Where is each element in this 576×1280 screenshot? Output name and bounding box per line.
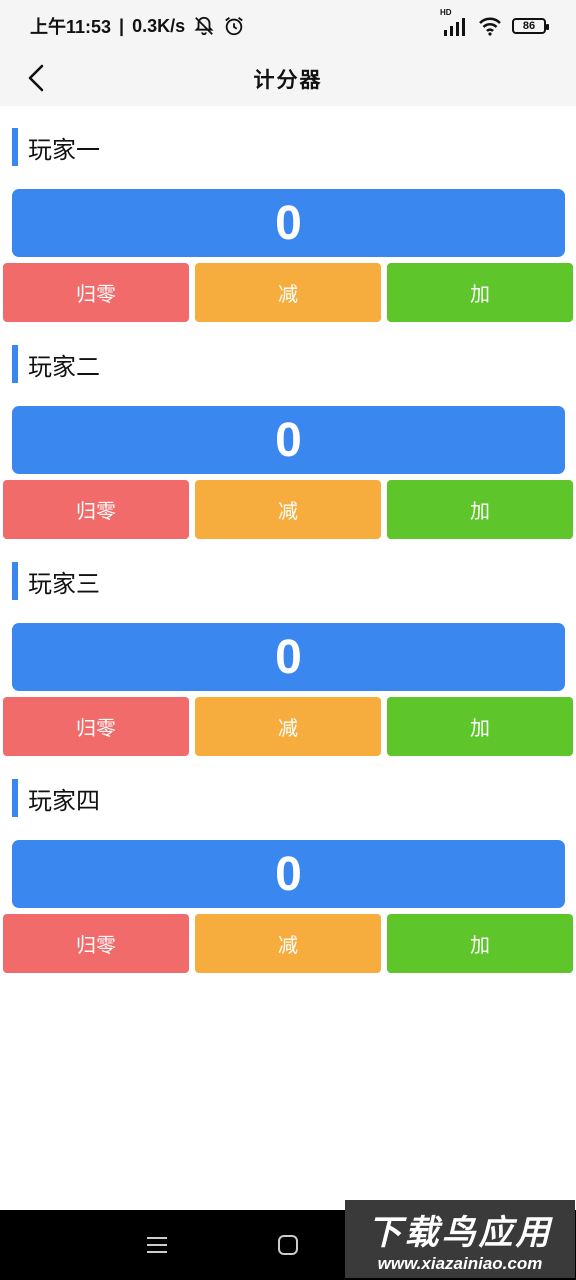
player-heading: 玩家二 bbox=[12, 345, 100, 383]
alarm-icon bbox=[223, 15, 245, 37]
heading-accent-bar bbox=[12, 562, 18, 600]
menu-icon[interactable] bbox=[146, 1235, 168, 1255]
player-name: 玩家四 bbox=[28, 786, 100, 815]
score-display: 0 bbox=[12, 189, 565, 257]
chevron-left-icon bbox=[28, 64, 44, 92]
battery-level: 86 bbox=[522, 20, 536, 32]
plus-button[interactable]: 加 bbox=[387, 697, 573, 756]
button-row: 归零 减 加 bbox=[3, 263, 573, 322]
signal-icon: HD bbox=[440, 8, 468, 36]
player-section: 玩家四 0 归零 减 加 bbox=[0, 757, 576, 974]
status-separator: | bbox=[119, 15, 125, 36]
watermark: 下载鸟应用 www.xiazainiao.com bbox=[345, 1200, 575, 1278]
wifi-icon bbox=[478, 16, 502, 36]
reset-button[interactable]: 归零 bbox=[3, 697, 189, 756]
player-name: 玩家一 bbox=[28, 135, 100, 164]
player-section: 玩家三 0 归零 减 加 bbox=[0, 540, 576, 757]
button-row: 归零 减 加 bbox=[3, 914, 573, 973]
bell-off-icon bbox=[193, 15, 215, 37]
battery-icon: 86 bbox=[512, 18, 549, 34]
plus-button[interactable]: 加 bbox=[387, 263, 573, 322]
minus-button[interactable]: 减 bbox=[195, 697, 381, 756]
score-display: 0 bbox=[12, 623, 565, 691]
minus-button[interactable]: 减 bbox=[195, 914, 381, 973]
player-heading: 玩家四 bbox=[12, 779, 100, 817]
watermark-title: 下载鸟应用 bbox=[367, 1212, 553, 1253]
status-bar: 上午11:53 | 0.3K/s HD 86 bbox=[0, 0, 576, 52]
player-heading: 玩家一 bbox=[12, 128, 100, 166]
plus-button[interactable]: 加 bbox=[387, 914, 573, 973]
heading-accent-bar bbox=[12, 779, 18, 817]
score-display: 0 bbox=[12, 406, 565, 474]
status-right: HD 86 bbox=[440, 8, 549, 36]
reset-button[interactable]: 归零 bbox=[3, 263, 189, 322]
home-icon[interactable] bbox=[277, 1234, 299, 1256]
heading-accent-bar bbox=[12, 128, 18, 166]
minus-button[interactable]: 减 bbox=[195, 263, 381, 322]
score-display: 0 bbox=[12, 840, 565, 908]
reset-button[interactable]: 归零 bbox=[3, 914, 189, 973]
heading-accent-bar bbox=[12, 345, 18, 383]
player-section: 玩家一 0 归零 减 加 bbox=[0, 106, 576, 323]
page-title: 计分器 bbox=[253, 68, 323, 92]
minus-button[interactable]: 减 bbox=[195, 480, 381, 539]
plus-button[interactable]: 加 bbox=[387, 480, 573, 539]
player-name: 玩家二 bbox=[28, 352, 100, 381]
button-row: 归零 减 加 bbox=[3, 697, 573, 756]
status-time: 上午11:53 bbox=[30, 17, 112, 37]
network-label: HD bbox=[440, 8, 452, 17]
app-header: 计分器 bbox=[0, 52, 576, 106]
watermark-url: www.xiazainiao.com bbox=[377, 1253, 543, 1273]
status-left: 上午11:53 | 0.3K/s bbox=[30, 13, 245, 39]
back-button[interactable] bbox=[18, 60, 54, 96]
button-row: 归零 减 加 bbox=[3, 480, 573, 539]
reset-button[interactable]: 归零 bbox=[3, 480, 189, 539]
player-heading: 玩家三 bbox=[12, 562, 100, 600]
player-section: 玩家二 0 归零 减 加 bbox=[0, 323, 576, 540]
status-speed: 0.3K/s bbox=[132, 15, 186, 36]
player-name: 玩家三 bbox=[28, 569, 100, 598]
